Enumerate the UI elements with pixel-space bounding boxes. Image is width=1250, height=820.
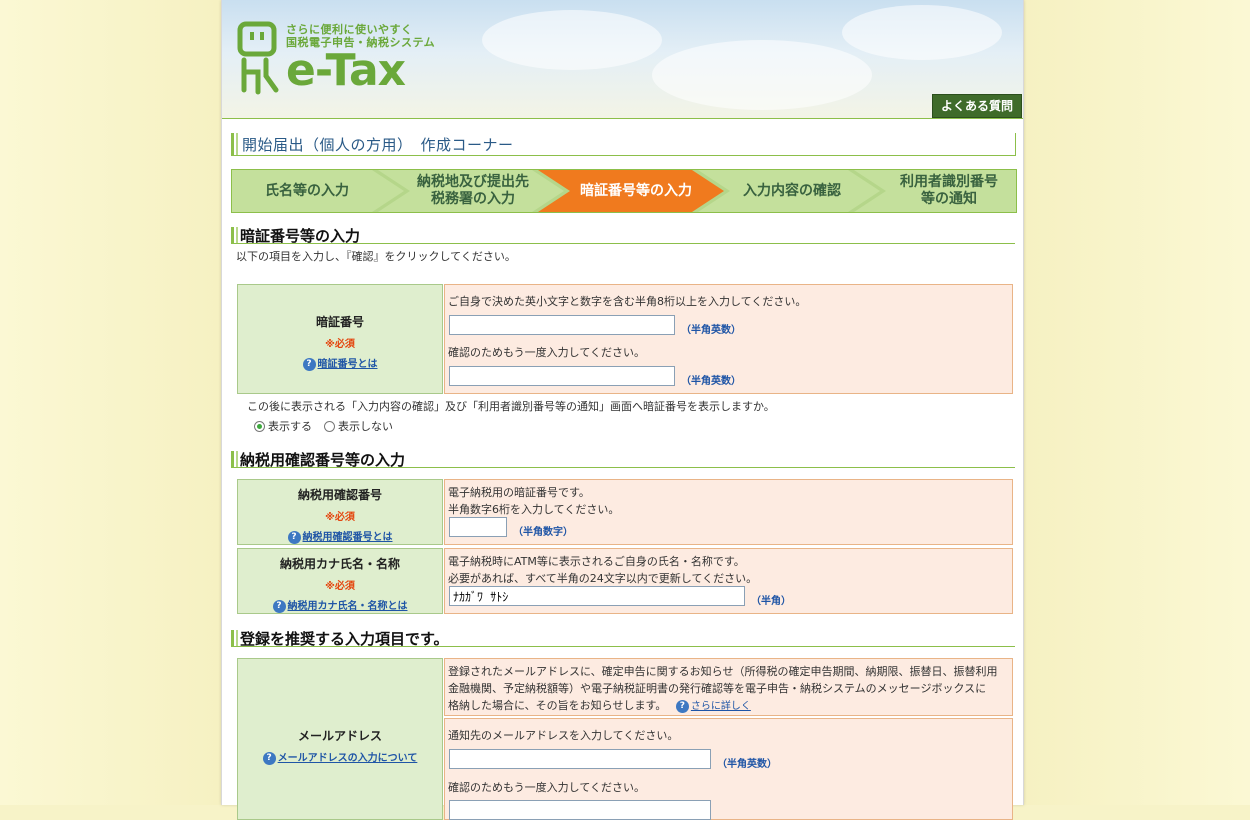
email-label: メールアドレス [297, 729, 382, 743]
radio-show-label[interactable]: 表示する [268, 418, 312, 434]
email-confirm-input[interactable] [449, 800, 711, 820]
email-help-link[interactable]: ? メールアドレスの入力について [238, 749, 442, 765]
background-right [1023, 0, 1250, 805]
kana-input[interactable] [449, 586, 745, 606]
cloud-decoration [482, 10, 662, 70]
header-banner: さらに便利に使いやすく 国税電子申告・納税システム e-Tax よくある質問 [222, 0, 1023, 119]
email-instruction: 通知先のメールアドレスを入力してください。 [448, 729, 679, 742]
section-marker [236, 630, 238, 646]
email-confirm-instruction: 確認のためもう一度入力してください。 [448, 781, 646, 794]
pin-confirm-input[interactable] [449, 366, 675, 386]
section-marker [236, 227, 238, 243]
payment-no-line1: 電子納税用の暗証番号です。 [448, 486, 590, 499]
email-help-text: メールアドレスの入力について [277, 753, 418, 764]
email-input[interactable] [449, 749, 711, 769]
display-pin-question: この後に表示される「入力内容の確認」及び「利用者識別番号等の通知」画面へ暗証番号… [247, 400, 775, 413]
step-pin-entry: 暗証番号等の入力 [580, 182, 692, 199]
intro-text: 以下の項目を入力し、『確認』をクリックしてください。 [236, 250, 516, 263]
etax-logo: e-Tax [286, 45, 406, 96]
pin-confirm-hint: （半角英数） [681, 376, 741, 387]
section-title-recommended: 登録を推奨する入力項目です。 [231, 629, 1015, 648]
section-marker [236, 451, 238, 467]
page-title-bar: 開始届出（個人の方用） 作成コーナー [231, 133, 1016, 156]
help-icon: ? [302, 357, 316, 371]
faq-button[interactable]: よくある質問 [932, 94, 1022, 118]
payment-no-hint: （半角数字） [513, 527, 573, 538]
page-title: 開始届出（個人の方用） 作成コーナー [242, 136, 514, 154]
cloud-decoration [842, 5, 1002, 60]
kana-line2: 必要があれば、すべて半角の24文字以内で更新してください。 [448, 572, 758, 585]
section-title-text: 暗証番号等の入力 [240, 227, 361, 245]
pin-hint: （半角英数） [681, 325, 741, 336]
more-details-text: さらに詳しく [690, 701, 751, 712]
payment-no-input-cell: 電子納税用の暗証番号です。 半角数字6桁を入力してください。 （半角数字） [444, 479, 1013, 545]
email-desc-line2: 金融機関、予定納税額等）や電子納税証明書の発行確認等を電子申告・納税システムのメ… [448, 682, 987, 695]
section-marker [231, 451, 234, 467]
required-mark: ※必須 [325, 581, 355, 592]
section-marker [231, 227, 234, 243]
kana-help-link[interactable]: ? 納税用カナ氏名・名称とは [238, 597, 442, 613]
email-desc-line1: 登録されたメールアドレスに、確定申告に関するお知らせ（所得税の確定申告期間、納期… [448, 665, 998, 678]
email-desc-text: 格納した場合に、その旨をお知らせします。 [448, 699, 667, 712]
payment-no-input[interactable] [449, 517, 507, 537]
step-notification: 利用者識別番号 等の通知 [900, 174, 998, 207]
pin-help-text: 暗証番号とは [317, 359, 378, 370]
pin-confirm-instruction: 確認のためもう一度入力してください。 [448, 346, 646, 359]
pin-input-cell: ご自身で決めた英小文字と数字を含む半角8桁以上を入力してください。 （半角英数）… [444, 284, 1013, 394]
email-desc-line3: 格納した場合に、その旨をお知らせします。 ? さらに詳しく [448, 697, 751, 713]
kana-input-cell: 電子納税時にATM等に表示されるご自身の氏名・名称です。 必要があれば、すべて半… [444, 548, 1013, 614]
title-marker [236, 133, 238, 155]
kana-label-cell: 納税用カナ氏名・名称 ※必須 ? 納税用カナ氏名・名称とは [237, 548, 443, 614]
etax-mascot-icon [237, 21, 279, 95]
kana-help-text: 納税用カナ氏名・名称とは [287, 601, 408, 612]
pin-label-cell: 暗証番号 ※必須 ? 暗証番号とは [237, 284, 443, 394]
step-tax-office-entry: 納税地及び提出先 税務署の入力 [417, 174, 529, 207]
help-icon: ? [287, 530, 301, 544]
kana-line1: 電子納税時にATM等に表示されるご自身の氏名・名称です。 [448, 555, 745, 568]
section-title-text: 納税用確認番号等の入力 [240, 451, 406, 469]
help-icon: ? [262, 751, 276, 765]
kana-label: 納税用カナ氏名・名称 [279, 557, 400, 571]
radio-show[interactable] [254, 420, 265, 432]
background-left [0, 0, 221, 805]
more-details-link[interactable]: ? さらに詳しく [675, 699, 751, 713]
cloud-decoration [652, 40, 872, 110]
kana-hint: （半角） [751, 596, 791, 607]
section-title-payment: 納税用確認番号等の入力 [231, 450, 1015, 469]
payment-no-help-text: 納税用確認番号とは [302, 532, 393, 543]
radio-hide[interactable] [324, 420, 335, 432]
pin-help-link[interactable]: ? 暗証番号とは [238, 355, 442, 371]
email-hint: （半角英数） [717, 759, 777, 770]
pin-label: 暗証番号 [315, 315, 364, 329]
help-icon: ? [675, 699, 689, 713]
section-marker [231, 630, 234, 646]
progress-steps: 氏名等の入力 納税地及び提出先 税務署の入力 暗証番号等の入力 入力内容の確認 … [231, 169, 1017, 213]
step-confirm: 入力内容の確認 [743, 182, 841, 199]
payment-no-line2: 半角数字6桁を入力してください。 [448, 503, 620, 516]
step-name-entry: 氏名等の入力 [265, 182, 349, 199]
email-desc-cell: 登録されたメールアドレスに、確定申告に関するお知らせ（所得税の確定申告期間、納期… [444, 658, 1013, 716]
title-marker [231, 133, 234, 155]
email-label-cell: メールアドレス ? メールアドレスの入力について [237, 658, 443, 820]
pin-input[interactable] [449, 315, 675, 335]
help-icon: ? [272, 599, 286, 613]
display-pin-radio-group: 表示する 表示しない [254, 418, 393, 434]
payment-no-label-cell: 納税用確認番号 ※必須 ? 納税用確認番号とは [237, 479, 443, 545]
section-title-pin: 暗証番号等の入力 [231, 226, 1015, 245]
required-mark: ※必須 [325, 512, 355, 523]
payment-no-label: 納税用確認番号 [297, 488, 382, 502]
page-container: さらに便利に使いやすく 国税電子申告・納税システム e-Tax よくある質問 開… [221, 0, 1024, 820]
payment-no-help-link[interactable]: ? 納税用確認番号とは [238, 528, 442, 544]
required-mark: ※必須 [325, 339, 355, 350]
section-title-text: 登録を推奨する入力項目です。 [240, 630, 449, 648]
pin-instruction: ご自身で決めた英小文字と数字を含む半角8桁以上を入力してください。 [448, 295, 807, 308]
radio-hide-label[interactable]: 表示しない [338, 418, 393, 434]
